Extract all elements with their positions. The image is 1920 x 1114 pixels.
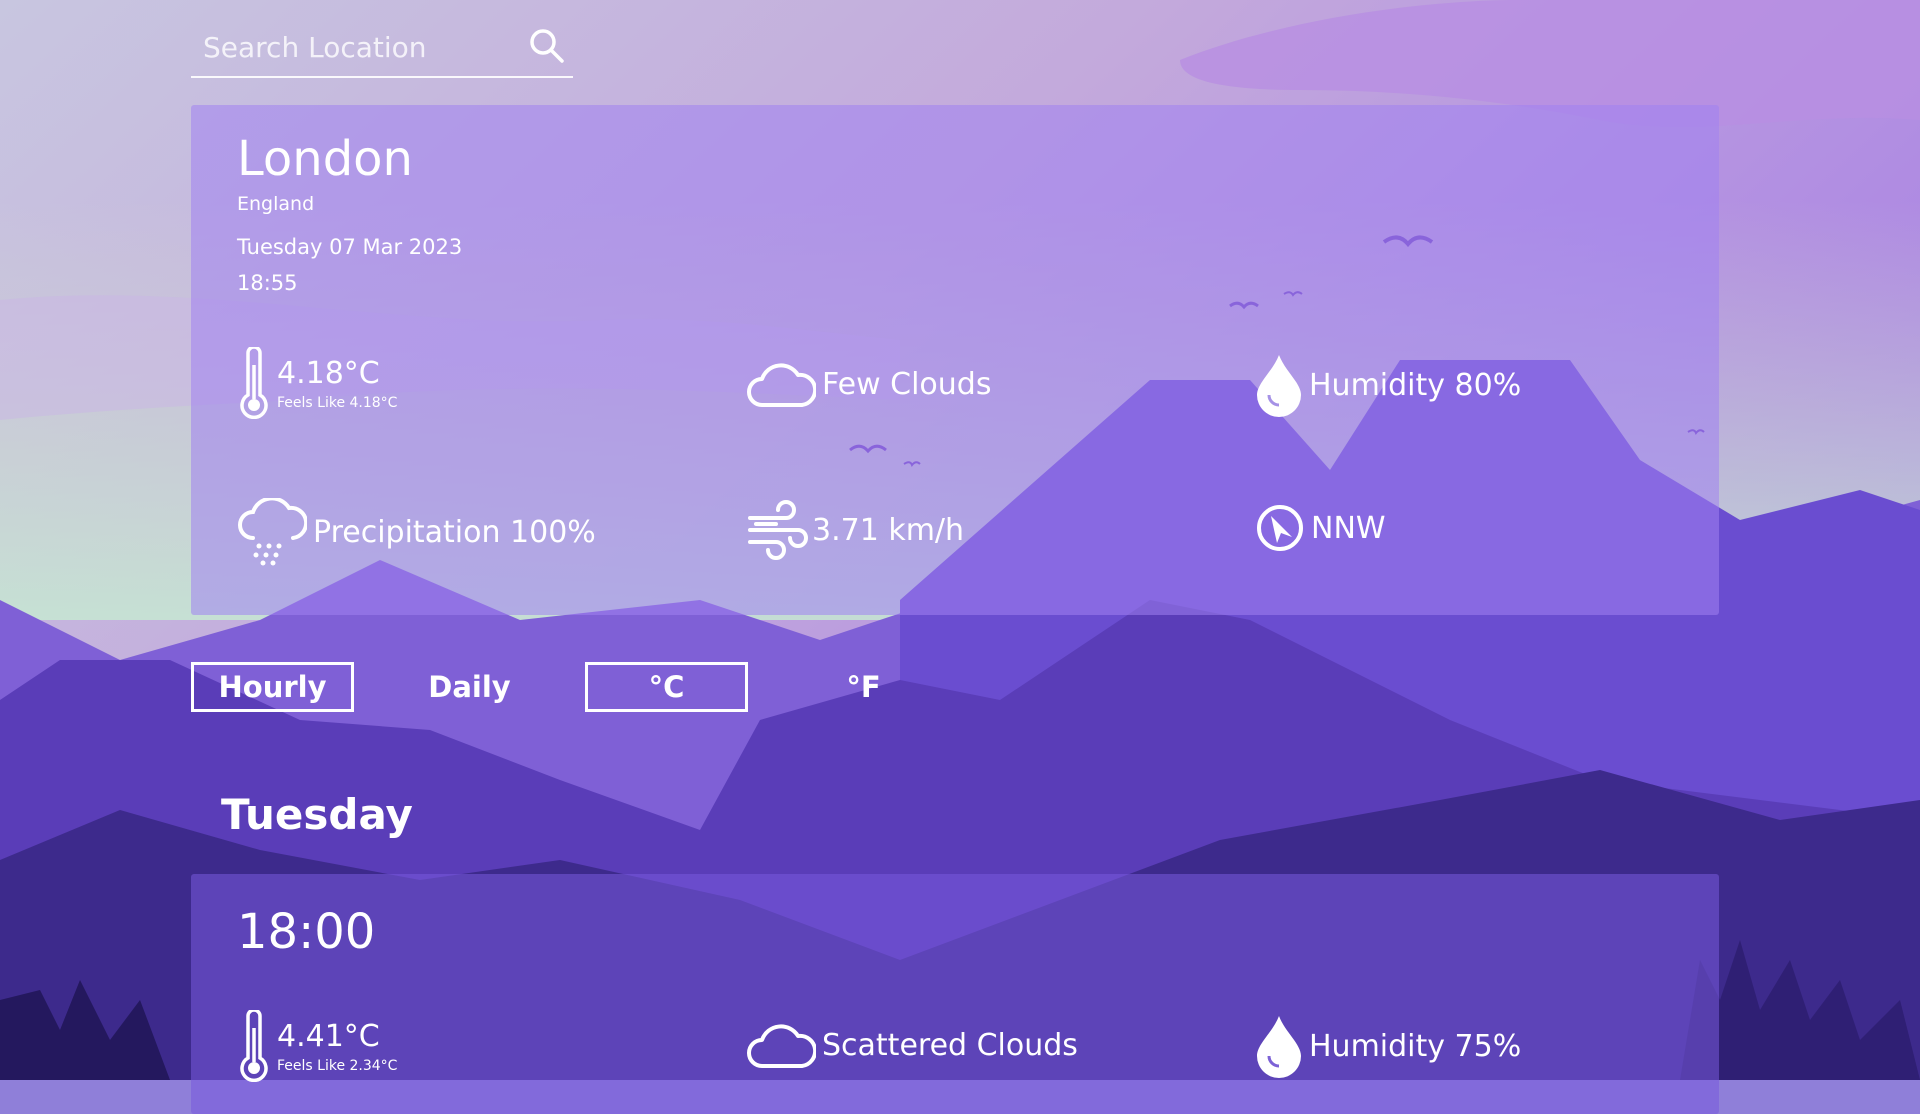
wind-speed-stat: 3.71 km/h: [746, 498, 964, 562]
humidity-stat: Humidity 80%: [1255, 353, 1521, 417]
temperature-stat: 4.18°C Feels Like 4.18°C: [237, 347, 397, 419]
search-button[interactable]: [527, 26, 567, 66]
current-description: Few Clouds: [822, 366, 992, 402]
hourly-toggle[interactable]: Hourly: [191, 662, 354, 712]
celsius-toggle[interactable]: °C: [585, 662, 748, 712]
compass-icon: [1257, 505, 1303, 551]
current-time: 18:55: [237, 271, 298, 295]
forecast-description: Scattered Clouds: [822, 1027, 1078, 1063]
current-precipitation: Precipitation 100%: [313, 514, 596, 550]
current-temperature: 4.18°C: [277, 355, 380, 391]
daily-toggle[interactable]: Daily: [388, 662, 551, 712]
current-wind-speed: 3.71 km/h: [812, 512, 965, 548]
water-drop-icon: [1257, 1016, 1301, 1078]
cloud-icon: [747, 1024, 816, 1068]
precipitation-stat: Precipitation 100%: [237, 498, 596, 566]
city-name: London: [237, 131, 413, 187]
hourly-forecast-card: 18:00 4.41°C Feels Like 2.34°C Scattered…: [191, 874, 1719, 1114]
forecast-day-title: Tuesday: [221, 790, 413, 839]
rain-cloud-icon: [238, 498, 307, 566]
search-bar: [191, 18, 573, 78]
forecast-hour-time: 18:00: [237, 904, 376, 960]
forecast-humidity-stat: Humidity 75%: [1255, 1014, 1521, 1078]
current-date: Tuesday 07 Mar 2023: [237, 235, 463, 259]
cloud-icon: [747, 363, 816, 407]
forecast-description-stat: Scattered Clouds: [746, 1020, 1078, 1070]
thermometer-icon: [240, 1010, 268, 1082]
search-icon: [530, 29, 564, 63]
forecast-feels-like: Feels Like 2.34°C: [277, 1057, 398, 1074]
description-stat: Few Clouds: [746, 359, 991, 409]
fahrenheit-toggle[interactable]: °F: [782, 662, 945, 712]
thermometer-icon: [240, 347, 268, 419]
wind-direction-stat: NNW: [1255, 503, 1386, 553]
wind-icon: [748, 500, 808, 560]
current-weather-card: London England Tuesday 07 Mar 2023 18:55…: [191, 105, 1719, 615]
search-input[interactable]: [201, 28, 515, 66]
current-wind-direction: NNW: [1311, 510, 1386, 546]
forecast-temperature: 4.41°C: [277, 1018, 380, 1054]
forecast-temperature-stat: 4.41°C Feels Like 2.34°C: [237, 1010, 397, 1082]
current-feels-like: Feels Like 4.18°C: [277, 394, 398, 411]
current-humidity: Humidity 80%: [1309, 367, 1522, 403]
water-drop-icon: [1257, 355, 1301, 417]
forecast-humidity: Humidity 75%: [1309, 1028, 1522, 1064]
country-name: England: [237, 193, 315, 215]
